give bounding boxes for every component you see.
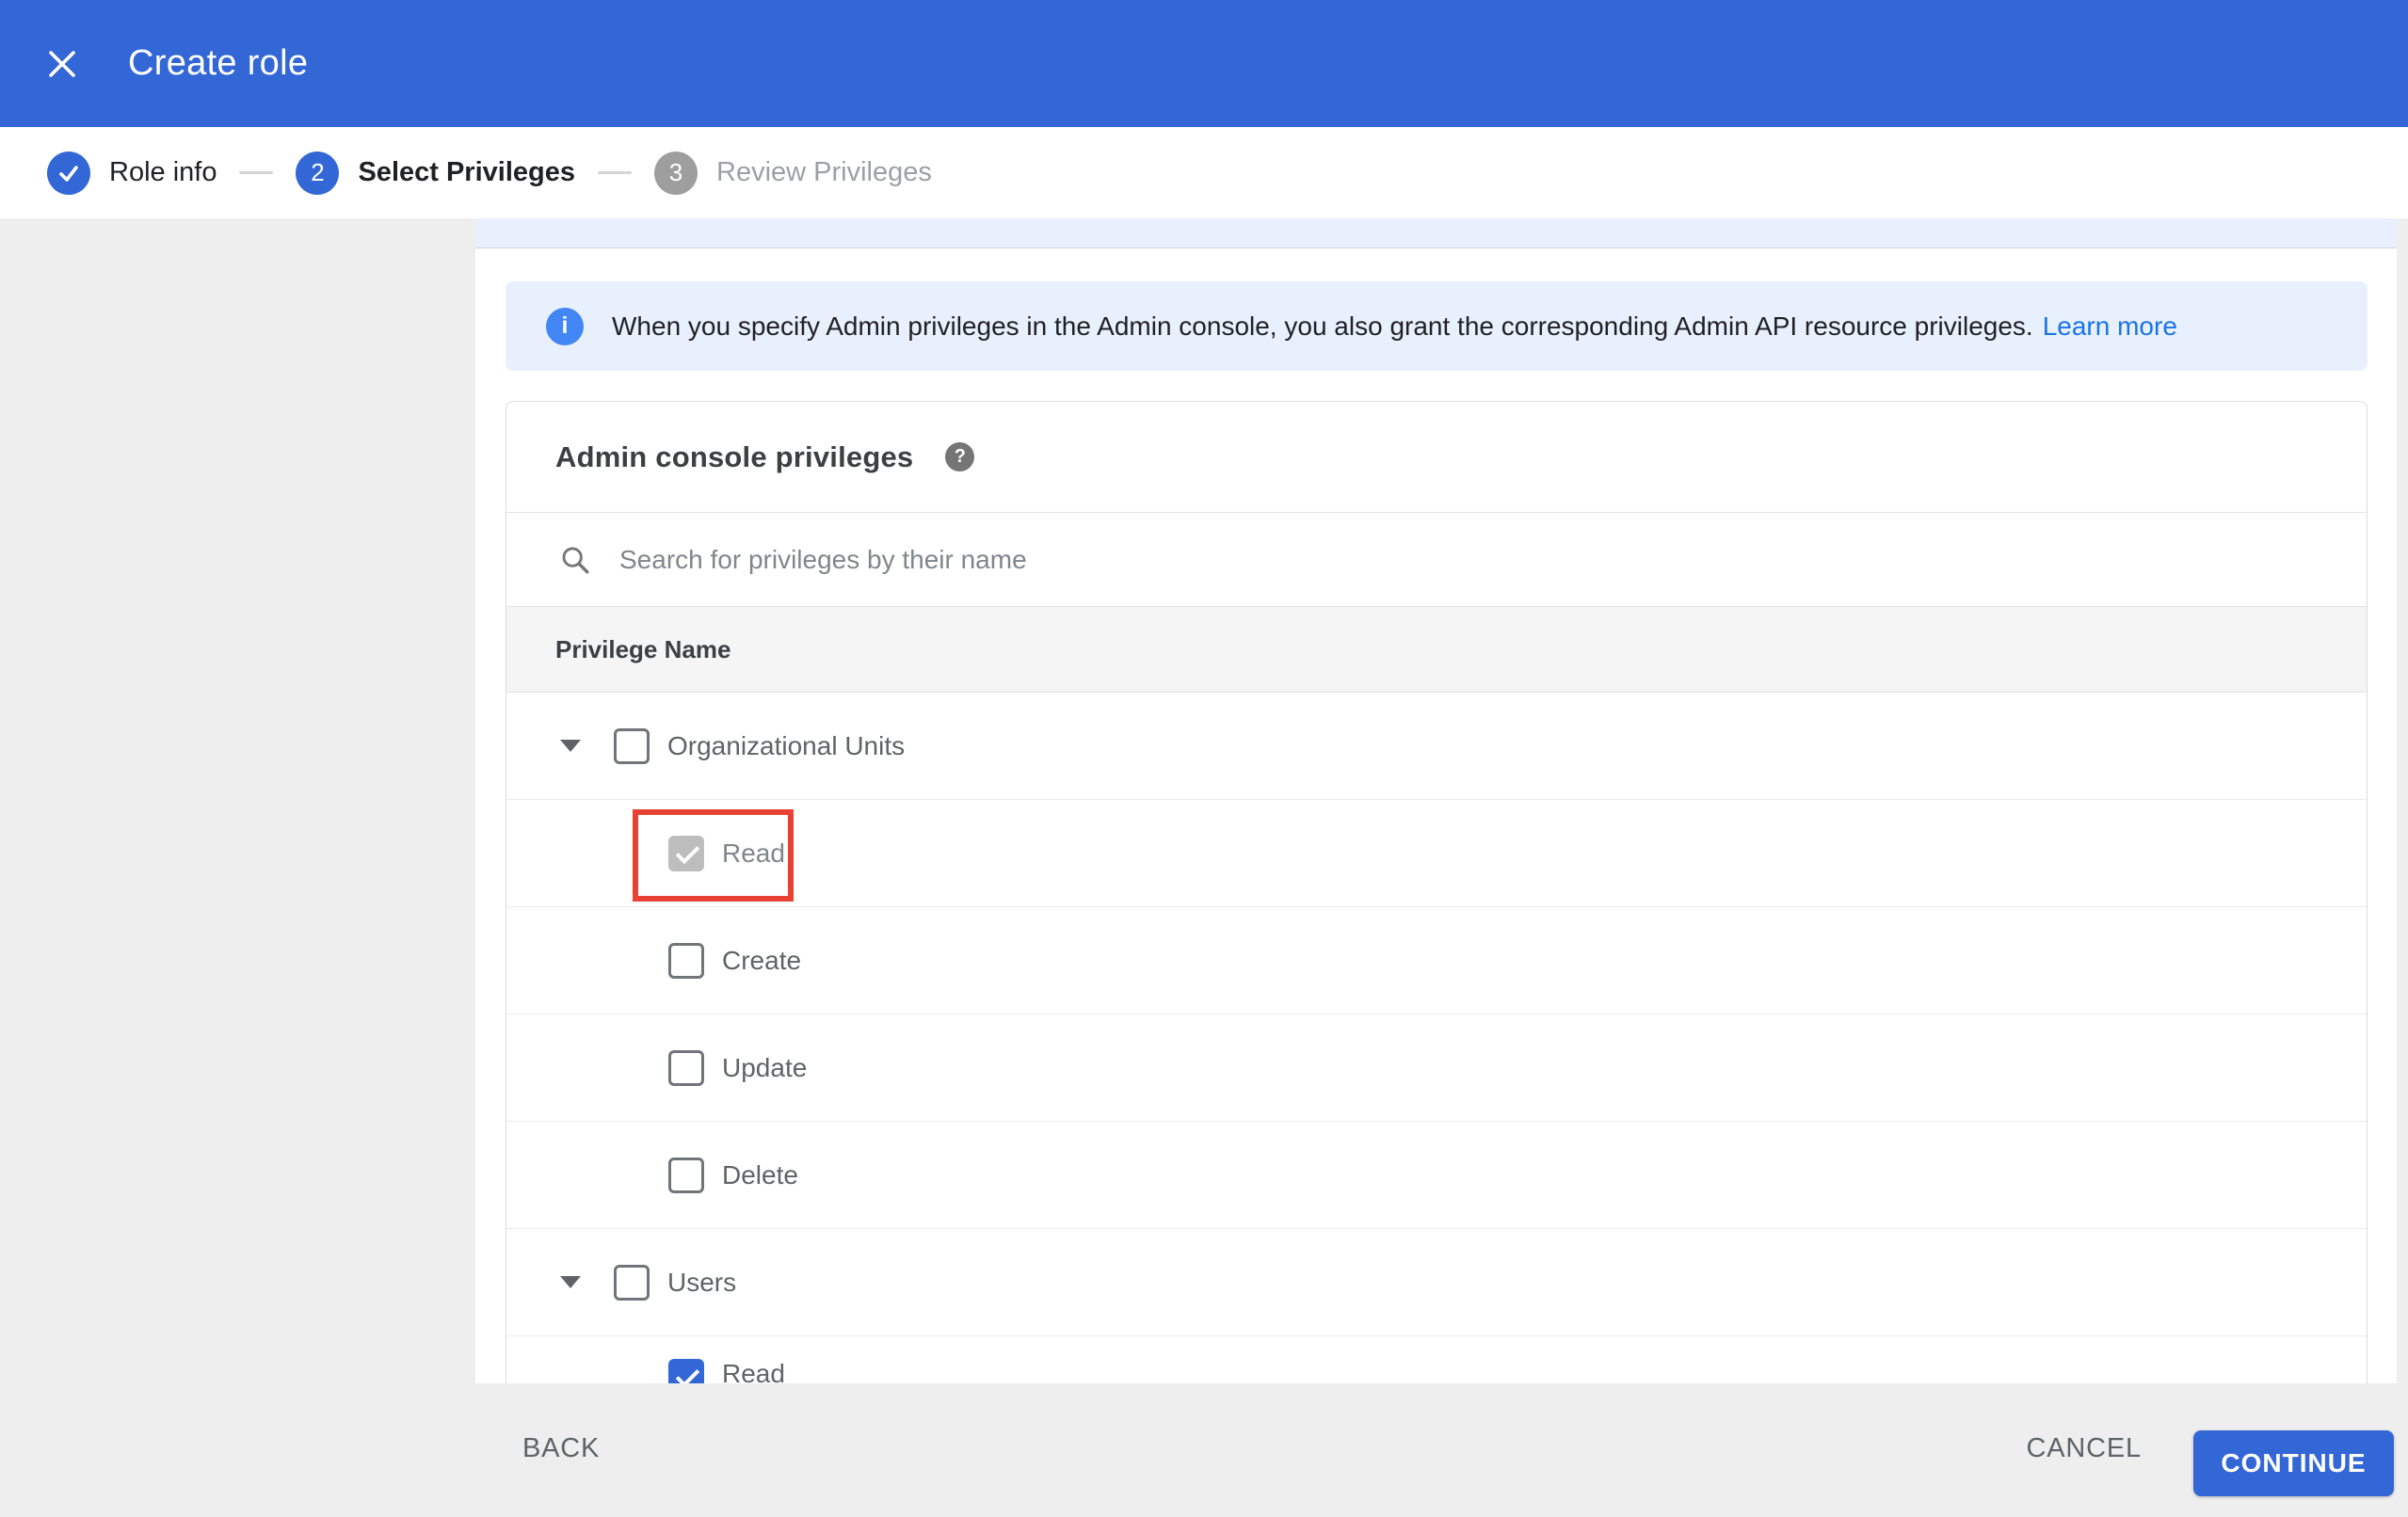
privilege-search-row — [506, 512, 2367, 606]
cancel-button[interactable]: CANCEL — [2027, 1433, 2142, 1464]
search-input[interactable] — [619, 544, 1937, 575]
privilege-row: Read — [506, 1336, 2367, 1383]
privilege-row: Update — [506, 1014, 2367, 1122]
privilege-label: Read — [722, 838, 785, 868]
chevron-down-icon[interactable] — [560, 740, 581, 752]
info-banner: i When you specify Admin privileges in t… — [506, 281, 2368, 371]
privilege-label: Organizational Units — [667, 730, 906, 760]
info-banner-text: When you specify Admin privileges in the… — [612, 311, 2033, 341]
privilege-label: Delete — [722, 1159, 798, 1190]
learn-more-link[interactable]: Learn more — [2043, 311, 2177, 342]
step-role-info[interactable]: Role info — [47, 151, 217, 195]
privilege-row: Read — [506, 800, 2367, 907]
privilege-label: Update — [722, 1052, 808, 1082]
chevron-down-icon[interactable] — [560, 1276, 581, 1288]
continue-button[interactable]: CONTINUE — [2193, 1430, 2394, 1496]
privilege-row: Users — [506, 1229, 2367, 1336]
step-label: Role info — [109, 157, 217, 187]
search-icon — [562, 547, 589, 573]
step-number-badge: 3 — [654, 151, 698, 195]
privilege-label: Read — [722, 1359, 785, 1383]
privilege-label: Users — [667, 1267, 737, 1297]
step-label: Select Privileges — [358, 157, 575, 187]
step-connector — [239, 171, 274, 174]
help-icon[interactable]: ? — [945, 442, 975, 471]
close-x-glyph — [49, 50, 75, 77]
stepper: Role info 2 Select Privileges 3 Review P… — [0, 127, 2408, 218]
appbar: Create role — [0, 0, 2408, 127]
back-button[interactable]: BACK — [522, 1433, 600, 1464]
privilege-row: Organizational Units — [506, 693, 2367, 800]
scrolled-content-strip — [475, 218, 2397, 248]
step-connector — [598, 171, 632, 174]
step-label: Review Privileges — [716, 157, 932, 187]
privilege-checkbox[interactable] — [668, 1359, 704, 1383]
privilege-checkbox[interactable] — [668, 942, 704, 979]
page-title: Create role — [128, 43, 309, 83]
privileges-card-header: Admin console privileges ? — [506, 402, 2367, 512]
privilege-rows: Organizational Units Read Create Update … — [506, 693, 2367, 1383]
privilege-checkbox[interactable] — [668, 1049, 704, 1086]
close-icon[interactable] — [34, 36, 90, 92]
privileges-card-title: Admin console privileges — [555, 439, 914, 473]
step-select-privileges[interactable]: 2 Select Privileges — [296, 151, 575, 195]
privilege-row: Create — [506, 907, 2367, 1014]
step-number-badge: 2 — [296, 151, 340, 195]
info-icon: i — [546, 307, 584, 345]
content-panel: i When you specify Admin privileges in t… — [475, 218, 2397, 1383]
privilege-checkbox[interactable] — [614, 727, 650, 764]
footer-bar: BACK CANCEL CONTINUE — [0, 1383, 2408, 1517]
privilege-row: Delete — [506, 1122, 2367, 1229]
privilege-checkbox[interactable] — [668, 1157, 704, 1193]
privilege-checkbox[interactable] — [614, 1264, 650, 1301]
step-review-privileges[interactable]: 3 Review Privileges — [654, 151, 932, 195]
privileges-card: Admin console privileges ? Privilege Nam… — [506, 401, 2368, 1383]
step-complete-check-icon — [47, 151, 90, 195]
privilege-table-header: Privilege Name — [506, 606, 2367, 693]
privilege-checkbox[interactable] — [668, 835, 704, 871]
privilege-label: Create — [722, 945, 802, 975]
privilege-name-column-header: Privilege Name — [555, 634, 731, 663]
